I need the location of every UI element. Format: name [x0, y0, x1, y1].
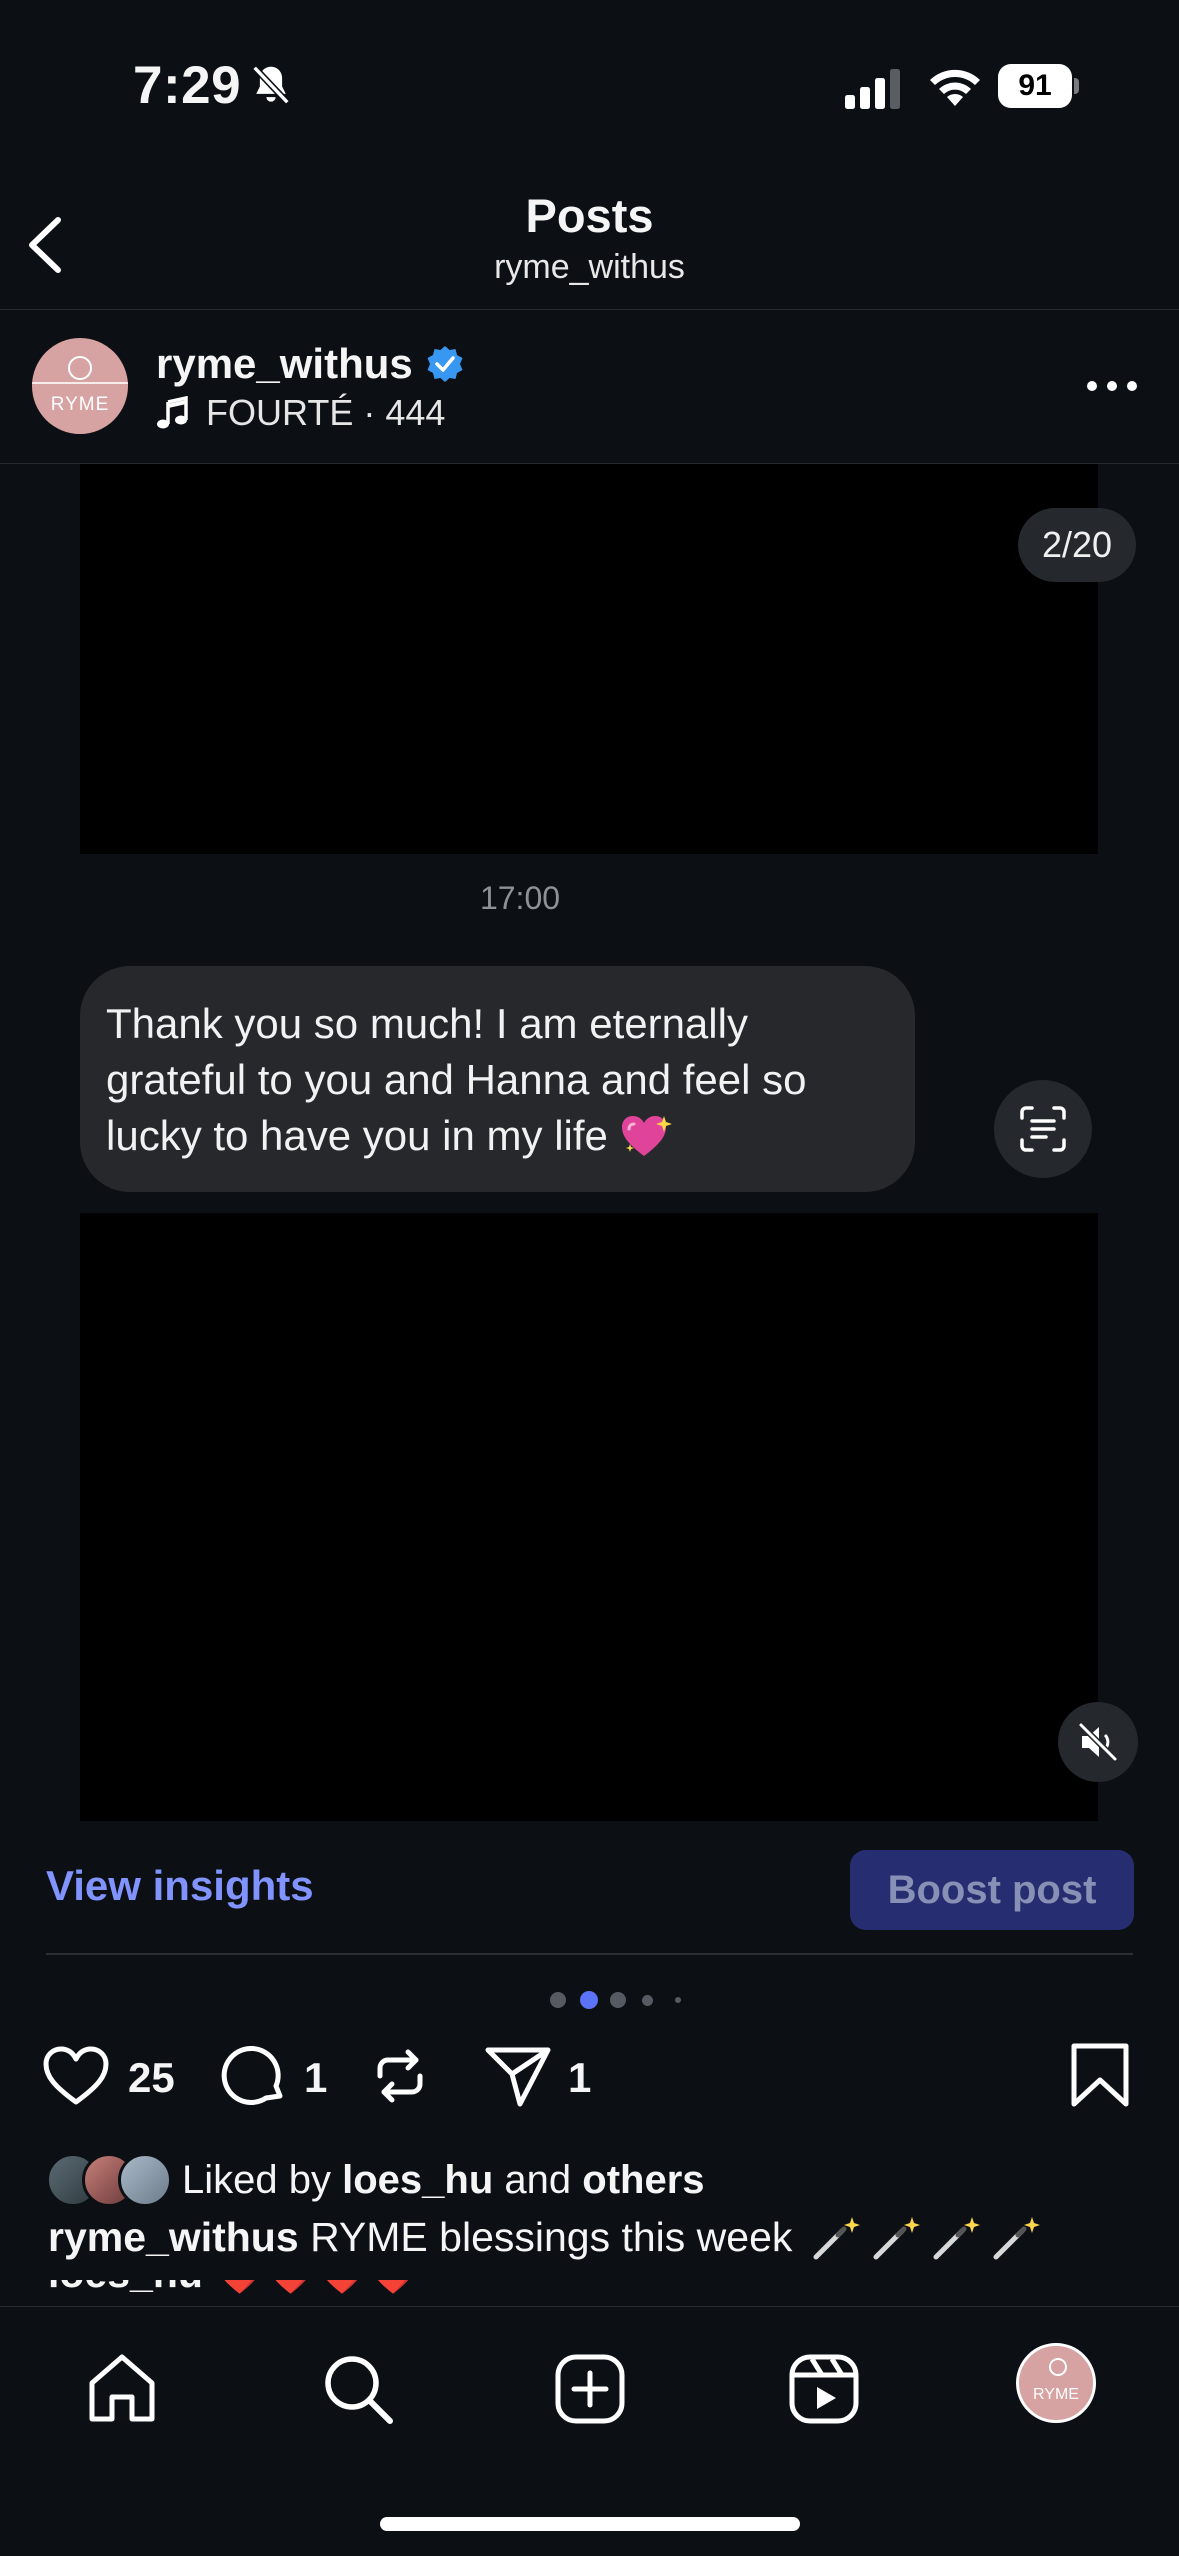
- share-button[interactable]: [482, 2040, 554, 2117]
- nav-header: Posts ryme_withus: [0, 160, 1179, 310]
- bottom-tab-bar: RYME: [0, 2306, 1179, 2556]
- message-bubble: Thank you so much! I am eternally gratef…: [80, 966, 915, 1192]
- magic-wand-icon: [933, 2217, 980, 2260]
- battery-level: 91: [1018, 69, 1052, 102]
- create-post-icon: [555, 2354, 625, 2424]
- liked-by-conj: and: [504, 2157, 572, 2202]
- carousel-dot: [675, 1997, 681, 2003]
- caption-text: RYME blessings this week: [310, 2214, 793, 2260]
- carousel-counter-badge: 2/20: [1018, 508, 1136, 582]
- comment-count[interactable]: 1: [304, 2054, 327, 2102]
- audio-track-label: FOURTÉ · 444: [206, 392, 446, 433]
- comment-button[interactable]: [218, 2040, 290, 2117]
- tab-reels[interactable]: [784, 2349, 864, 2429]
- page-subtitle: ryme_withus: [494, 248, 685, 286]
- home-indicator[interactable]: [380, 2517, 800, 2531]
- save-button[interactable]: [1064, 2040, 1136, 2117]
- post-actions: 25 1 1: [0, 2040, 1179, 2120]
- liked-by-row[interactable]: Liked by loes_hu and others: [46, 2150, 705, 2210]
- scan-text-button[interactable]: [994, 1080, 1092, 1178]
- media-top-area: [80, 464, 1098, 854]
- comment-text: ❤️❤️❤️❤️: [214, 2280, 418, 2296]
- battery-indicator: 91: [998, 64, 1079, 108]
- repost-button[interactable]: [364, 2040, 436, 2117]
- divider: [46, 1953, 1133, 1955]
- tab-home[interactable]: [82, 2349, 162, 2429]
- post-header: RYME ryme_withus FOURTÉ · 444: [0, 310, 1179, 464]
- tab-avatar-logo-text: RYME: [1033, 2386, 1079, 2403]
- carousel-dot: [550, 1992, 566, 2008]
- profile-avatar[interactable]: RYME: [32, 338, 128, 434]
- music-note-icon: [157, 396, 188, 429]
- carousel-dot: [642, 1995, 653, 2006]
- like-button[interactable]: [40, 2040, 112, 2117]
- caption-username[interactable]: ryme_withus: [48, 2214, 299, 2260]
- reels-icon: [789, 2354, 859, 2424]
- comment-username: loes_hu: [48, 2280, 203, 2296]
- mute-toggle-button[interactable]: [1058, 1702, 1138, 1782]
- message-timestamp: 17:00: [479, 880, 561, 916]
- bell-off-icon: [252, 65, 290, 105]
- speaker-muted-icon: [1078, 1722, 1118, 1762]
- liked-by-text: Liked by loes_hu and others: [182, 2158, 705, 2203]
- magic-wand-icon: [993, 2217, 1040, 2260]
- liked-by-others[interactable]: others: [582, 2158, 704, 2202]
- liker-avatar: [118, 2153, 172, 2207]
- page-title: Posts: [525, 189, 654, 242]
- audio-track[interactable]: FOURTÉ · 444: [156, 392, 445, 434]
- post-username[interactable]: ryme_withus: [156, 340, 413, 388]
- tab-profile-avatar[interactable]: RYME: [1016, 2343, 1096, 2423]
- comment-icon: [221, 2046, 283, 2105]
- tab-create[interactable]: [550, 2349, 630, 2429]
- post-caption: ryme_withus RYME blessings this week: [48, 2214, 1044, 2261]
- repost-icon: [377, 2049, 423, 2103]
- verified-badge-icon: [427, 346, 463, 382]
- magic-wand-icon: [873, 2217, 920, 2260]
- magic-wand-icon: [813, 2217, 860, 2260]
- status-time: 7:29: [133, 56, 242, 115]
- wifi-icon: [930, 69, 980, 106]
- view-insights-link[interactable]: View insights: [46, 1862, 314, 1910]
- cellular-signal-icon: [845, 69, 900, 109]
- boost-post-button[interactable]: Boost post: [850, 1850, 1134, 1930]
- like-count[interactable]: 25: [128, 2054, 175, 2102]
- carousel-dot: [610, 1992, 626, 2008]
- carousel-dot-active: [580, 1991, 598, 2009]
- more-options-icon[interactable]: [1084, 374, 1140, 398]
- share-count[interactable]: 1: [568, 2054, 591, 2102]
- home-icon: [89, 2354, 155, 2422]
- tab-search[interactable]: [318, 2349, 398, 2429]
- bookmark-icon: [1071, 2043, 1129, 2107]
- message-text: Thank you so much! I am eternally gratef…: [106, 1000, 807, 1159]
- search-icon: [325, 2356, 393, 2424]
- scan-text-icon: [1020, 1106, 1066, 1152]
- media-bottom-area: [80, 1213, 1098, 1821]
- sparkling-heart-icon: [621, 1116, 672, 1156]
- send-icon: [485, 2047, 551, 2107]
- liked-by-user[interactable]: loes_hu: [342, 2158, 493, 2202]
- avatar-logo-text: RYME: [50, 394, 110, 415]
- status-bar: 7:29 91: [0, 0, 1179, 160]
- heart-icon: [43, 2046, 109, 2105]
- carousel-dots: [540, 1990, 700, 2010]
- liked-by-prefix: Liked by: [182, 2157, 331, 2202]
- comment-preview[interactable]: loes_hu ❤️❤️❤️❤️: [48, 2280, 1148, 2306]
